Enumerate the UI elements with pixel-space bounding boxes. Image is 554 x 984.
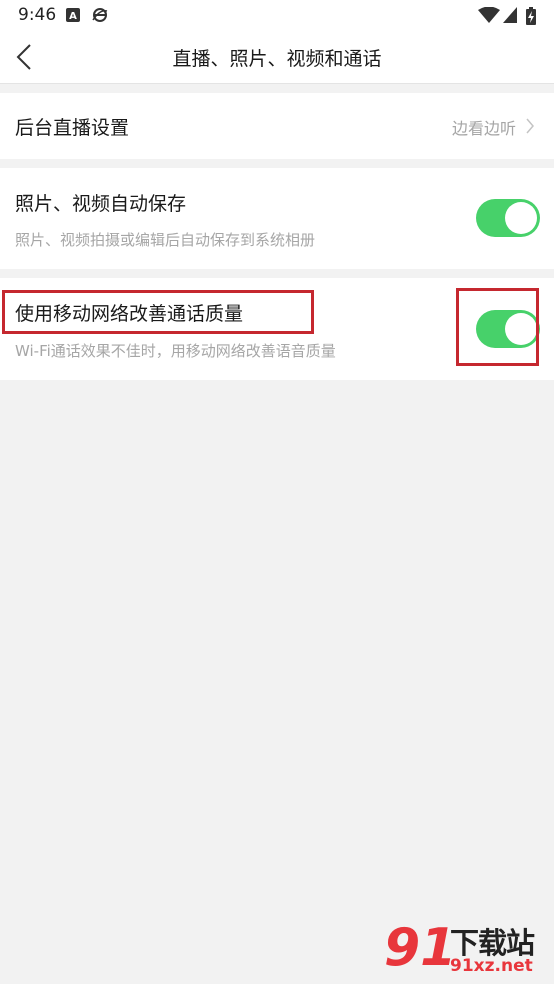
- auto-save-subtitle: 照片、视频拍摄或编辑后自动保存到系统相册: [15, 231, 316, 249]
- toggle-knob: [505, 202, 537, 234]
- watermark-number: 91: [384, 918, 457, 978]
- chevron-right-icon: [526, 118, 534, 138]
- auto-save-setting-row: 照片、视频自动保存 照片、视频拍摄或编辑后自动保存到系统相册: [0, 168, 554, 269]
- browser-e-icon: [92, 7, 108, 27]
- svg-text:A: A: [69, 11, 77, 22]
- mobile-network-call-subtitle: Wi-Fi通话效果不佳时，用移动网络改善语音质量: [15, 342, 336, 360]
- background-live-label: 后台直播设置: [15, 117, 130, 139]
- page-title: 直播、照片、视频和通话: [172, 48, 382, 70]
- status-bar: 9:46 A: [0, 0, 554, 32]
- auto-save-title: 照片、视频自动保存: [15, 193, 187, 215]
- wifi-icon: [478, 6, 500, 27]
- signal-icon: [503, 7, 517, 27]
- watermark-url: 91xz.net: [450, 956, 533, 976]
- status-time: 9:46: [18, 5, 57, 25]
- watermark-logo: 91 下载站 91xz.net: [382, 918, 550, 980]
- battery-charging-icon: [526, 7, 536, 29]
- app-a-icon: A: [66, 7, 80, 26]
- navigation-bar: 直播、照片、视频和通话: [0, 32, 554, 84]
- background-live-setting-row[interactable]: 后台直播设置 边看边听: [0, 93, 554, 159]
- background-live-value: 边看边听: [451, 119, 516, 138]
- title-highlight-box: [2, 290, 314, 334]
- auto-save-toggle[interactable]: [476, 199, 540, 237]
- toggle-highlight-box: [456, 288, 539, 366]
